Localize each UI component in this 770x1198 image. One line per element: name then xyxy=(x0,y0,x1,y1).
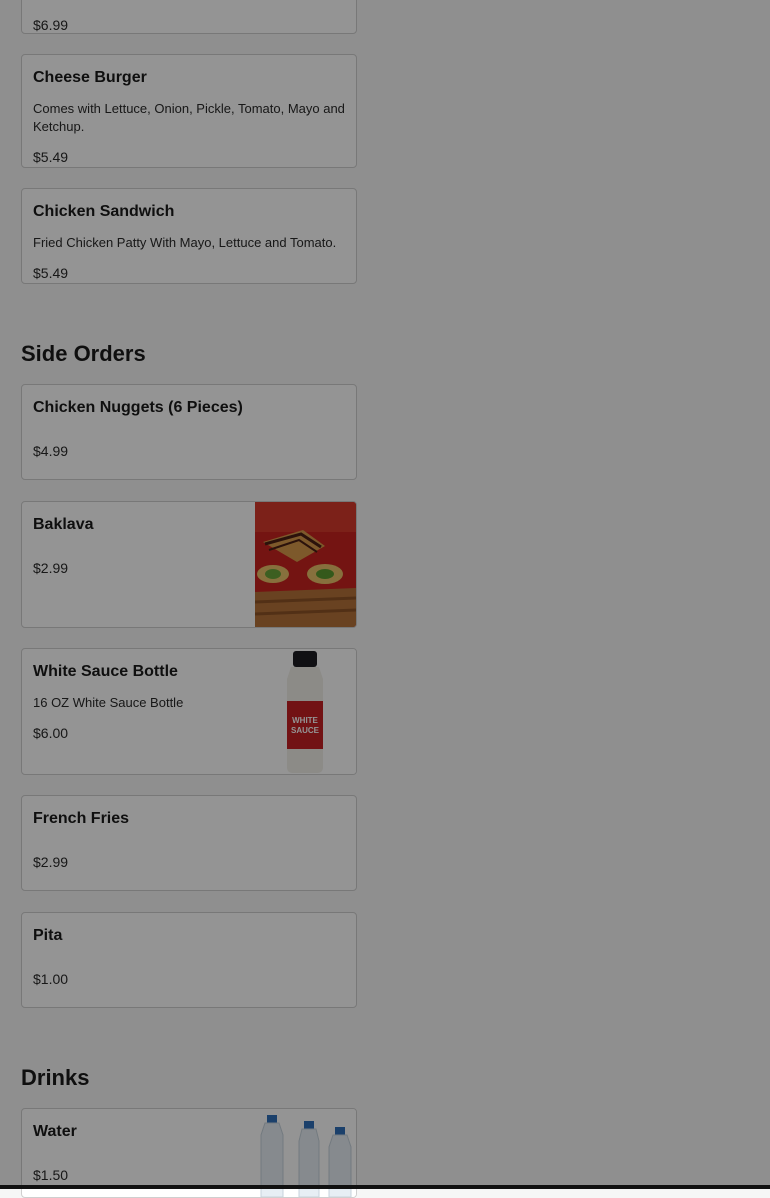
item-price: $1.00 xyxy=(33,971,69,987)
item-price: $6.99 xyxy=(33,17,69,33)
menu-item-pita[interactable]: Pita $1.00 xyxy=(21,912,357,1008)
item-price: $5.49 xyxy=(33,265,69,281)
item-description: Comes with Lettuce, Onion, Pickle, Tomat… xyxy=(33,101,345,134)
menu-item-white-sauce-bottle[interactable]: White Sauce Bottle 16 OZ White Sauce Bot… xyxy=(21,648,357,775)
section-title-side-orders: Side Orders xyxy=(21,341,146,366)
svg-text:WHITE: WHITE xyxy=(292,716,318,725)
bottom-edge-bar xyxy=(0,1185,770,1189)
item-description: Fried Chicken Patty With Mayo, Lettuce a… xyxy=(33,235,337,250)
item-name: Water xyxy=(33,1123,77,1140)
water-bottles-photo xyxy=(255,1109,356,1197)
item-price: $5.49 xyxy=(33,149,69,165)
section-title-drinks: Drinks xyxy=(21,1065,90,1090)
white-sauce-bottle-photo: WHITE SAUCE xyxy=(255,649,356,774)
item-name: Pita xyxy=(33,927,63,944)
menu-item-chicken-sandwich[interactable]: Chicken Sandwich Fried Chicken Patty Wit… xyxy=(21,188,357,284)
menu-item-cheese-burger[interactable]: Cheese Burger Comes with Lettuce, Onion,… xyxy=(21,54,357,168)
item-price: $4.99 xyxy=(33,443,69,459)
item-name: Chicken Nuggets (6 Pieces) xyxy=(33,399,243,416)
item-name: Cheese Burger xyxy=(33,69,147,86)
menu-item-chicken-nuggets[interactable]: Chicken Nuggets (6 Pieces) $4.99 xyxy=(21,384,357,480)
menu-item-french-fries[interactable]: French Fries $2.99 xyxy=(21,795,357,891)
item-price: $1.50 xyxy=(33,1167,69,1183)
item-price: $6.00 xyxy=(33,725,69,741)
menu-item-card[interactable]: $6.99 xyxy=(21,0,357,34)
item-name: White Sauce Bottle xyxy=(33,663,178,680)
item-price: $2.99 xyxy=(33,854,69,870)
item-name: Baklava xyxy=(33,516,94,533)
item-name: French Fries xyxy=(33,810,130,827)
svg-text:SAUCE: SAUCE xyxy=(291,726,320,735)
item-name: Chicken Sandwich xyxy=(33,203,175,220)
baklava-photo xyxy=(254,502,356,627)
menu-item-baklava[interactable]: Baklava $2.99 xyxy=(21,501,357,628)
item-price: $2.99 xyxy=(33,560,69,576)
